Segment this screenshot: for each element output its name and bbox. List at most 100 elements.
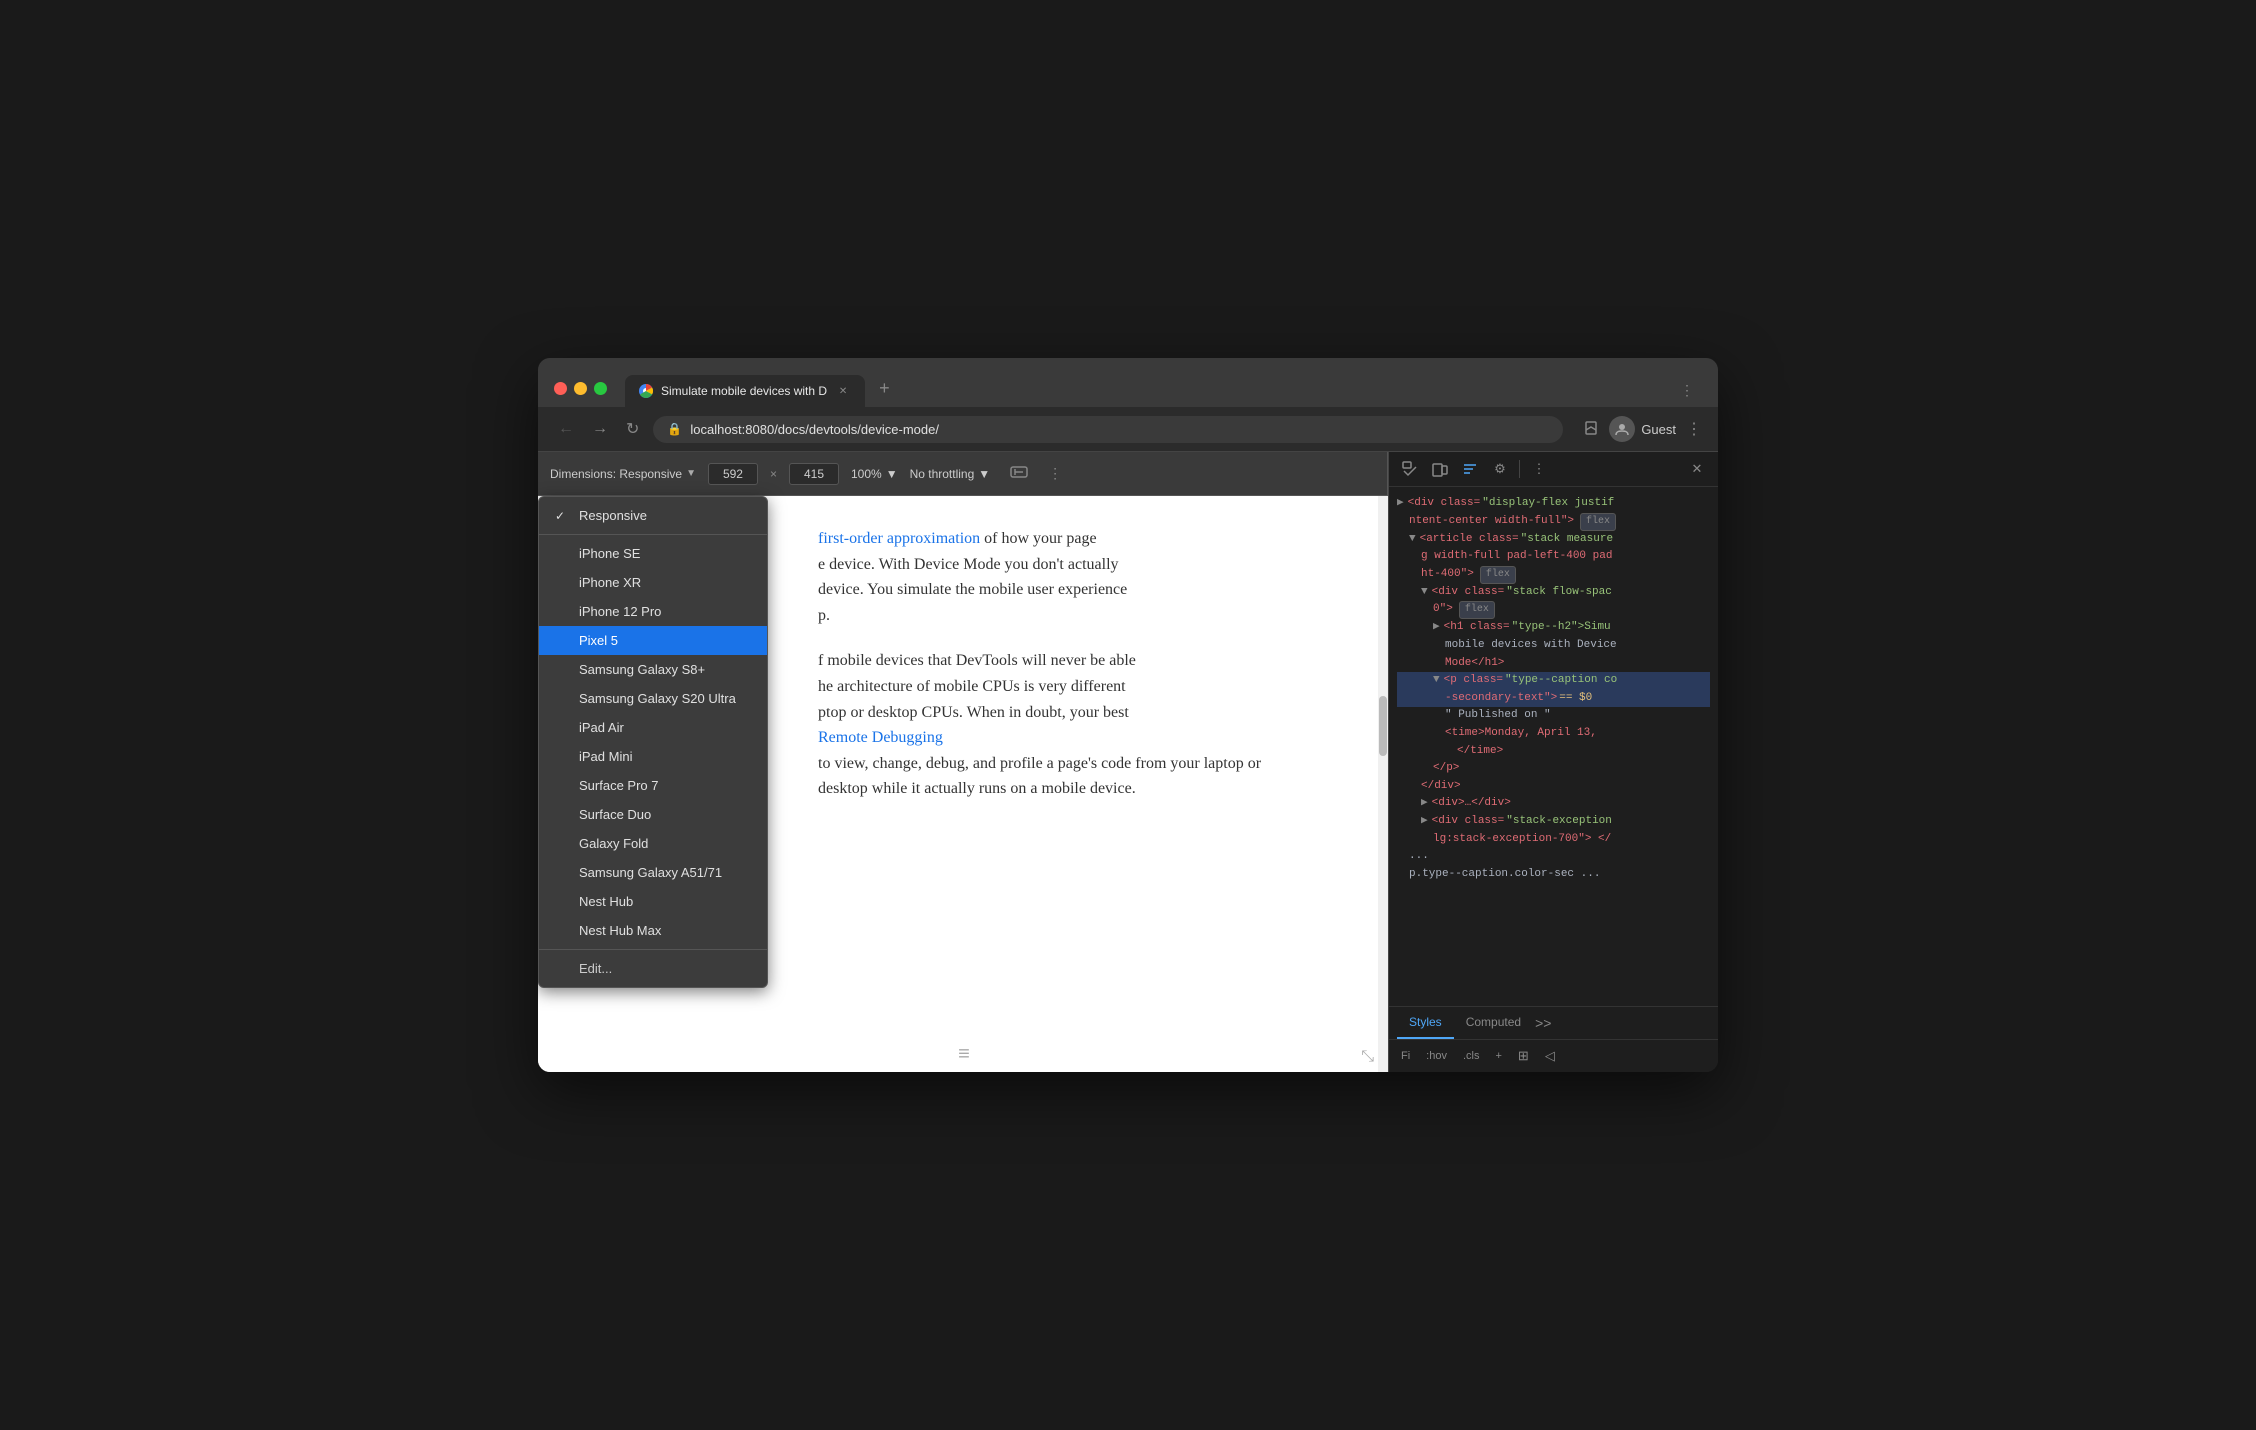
zoom-select[interactable]: 100% ▼	[851, 467, 898, 481]
paragraph-6: he architecture of mobile CPUs is very d…	[818, 674, 1348, 700]
menu-item-samsung-s20[interactable]: Samsung Galaxy S20 Ultra	[539, 684, 767, 713]
expand-arrow[interactable]: ▼	[1421, 584, 1428, 602]
width-input[interactable]	[708, 463, 758, 485]
menu-label-samsung-a51: Samsung Galaxy A51/71	[579, 865, 722, 880]
html-text: mobile devices with Device	[1445, 637, 1617, 655]
expand-arrow[interactable]: ▼	[1409, 531, 1416, 549]
new-tab-button[interactable]: +	[867, 370, 902, 407]
html-line: lg:stack-exception-700"> </	[1397, 831, 1710, 849]
toggle-sidebar-icon[interactable]: ◁	[1541, 1046, 1559, 1066]
add-sensor-icon[interactable]	[1006, 459, 1032, 488]
html-tag: 0">	[1433, 601, 1453, 619]
html-tag: ntent-center width-full">	[1409, 513, 1574, 531]
menu-item-iphone-xr[interactable]: iPhone XR	[539, 568, 767, 597]
equals-marker: == $0	[1559, 690, 1592, 708]
menu-item-surface-pro[interactable]: Surface Pro 7	[539, 771, 767, 800]
browser-menu-icon[interactable]: ⋮	[1686, 419, 1702, 439]
new-style-rule-icon[interactable]: ⊞	[1514, 1046, 1533, 1066]
dimension-separator: ×	[770, 467, 777, 481]
tab-menu-button[interactable]: ⋮	[1672, 374, 1702, 407]
back-button[interactable]: ←	[554, 416, 578, 442]
expand-arrow[interactable]: ▶	[1421, 813, 1428, 831]
more-options-icon[interactable]: ⋮	[1044, 461, 1066, 486]
expand-arrow[interactable]: ▶	[1397, 495, 1404, 513]
html-inspector[interactable]: ▶ <div class="display-flex justif ntent-…	[1389, 487, 1718, 1006]
html-tag: ht-400">	[1421, 566, 1474, 584]
device-mode-icon[interactable]	[1427, 456, 1453, 482]
expand-arrow[interactable]: ▶	[1421, 795, 1428, 813]
html-tag: -secondary-text">	[1445, 690, 1557, 708]
resize-handle[interactable]: ⤡	[1361, 1048, 1374, 1066]
close-button[interactable]	[554, 382, 567, 395]
devtools-close-icon[interactable]: ✕	[1684, 456, 1710, 482]
device-dropdown-menu: ✓ Responsive iPhone SE iPhone XR iPh	[538, 496, 768, 988]
more-tools-icon[interactable]: ⋮	[1526, 456, 1552, 482]
tab-main[interactable]: Simulate mobile devices with D ✕	[625, 375, 865, 407]
menu-label-nest-hub: Nest Hub	[579, 894, 633, 909]
tab-computed[interactable]: Computed	[1454, 1007, 1533, 1039]
guest-label: Guest	[1641, 422, 1676, 437]
menu-item-samsung-s8[interactable]: Samsung Galaxy S8+	[539, 655, 767, 684]
menu-label-edit: Edit...	[579, 961, 612, 976]
reload-button[interactable]: ↻	[622, 415, 643, 443]
filter-icon[interactable]: Fi	[1397, 1048, 1414, 1064]
menu-item-ipad-mini[interactable]: iPad Mini	[539, 742, 767, 771]
scrollbar-thumb[interactable]	[1379, 696, 1387, 756]
hov-button[interactable]: :hov	[1422, 1048, 1451, 1064]
tab-more-button[interactable]: >>	[1535, 1015, 1551, 1031]
add-rule-button[interactable]: +	[1491, 1048, 1505, 1064]
menu-item-nest-hub-max[interactable]: Nest Hub Max	[539, 916, 767, 945]
menu-item-responsive[interactable]: ✓ Responsive	[539, 501, 767, 530]
tab-close-button[interactable]: ✕	[835, 383, 851, 399]
settings-icon[interactable]: ⚙	[1487, 456, 1513, 482]
chrome-favicon-icon	[639, 384, 653, 398]
menu-item-surface-duo[interactable]: Surface Duo	[539, 800, 767, 829]
html-tag: <article class=	[1420, 531, 1519, 549]
address-bar: ← → ↻ 🔒 localhost:8080/docs/devtools/dev…	[538, 407, 1718, 452]
height-input[interactable]	[789, 463, 839, 485]
minimize-button[interactable]	[574, 382, 587, 395]
expand-arrow[interactable]: ▼	[1433, 672, 1440, 690]
menu-item-edit[interactable]: Edit...	[539, 954, 767, 983]
html-attr-val: "stack measure	[1521, 531, 1613, 549]
dimensions-select[interactable]: Dimensions: Responsive ▼	[550, 467, 696, 481]
throttle-select[interactable]: No throttling ▼	[910, 467, 991, 481]
inspector-icon[interactable]	[1397, 456, 1423, 482]
paragraph-2: e device. With Device Mode you don't act…	[818, 552, 1348, 578]
menu-item-samsung-a51[interactable]: Samsung Galaxy A51/71	[539, 858, 767, 887]
paragraph-1-text: of how your page	[984, 530, 1096, 547]
account-button[interactable]: Guest	[1609, 416, 1676, 442]
menu-item-pixel-5[interactable]: Pixel 5	[539, 626, 767, 655]
bookmark-icon[interactable]	[1583, 420, 1599, 439]
menu-item-iphone-se[interactable]: iPhone SE	[539, 539, 767, 568]
maximize-button[interactable]	[594, 382, 607, 395]
menu-label-nest-hub-max: Nest Hub Max	[579, 923, 661, 938]
first-order-link[interactable]: first-order approximation	[818, 530, 980, 547]
forward-button[interactable]: →	[588, 416, 612, 442]
scrollbar-track[interactable]	[1378, 496, 1388, 1072]
simulated-page: ✓ Responsive iPhone SE iPhone XR iPh	[538, 496, 1388, 1072]
cls-button[interactable]: .cls	[1459, 1048, 1484, 1064]
avatar	[1609, 416, 1635, 442]
menu-label-iphone-12-pro: iPhone 12 Pro	[579, 604, 661, 619]
html-attr-val: "stack-exception	[1506, 813, 1612, 831]
html-line: ▶ <div class="display-flex justif	[1397, 495, 1710, 513]
expand-arrow[interactable]: ▶	[1433, 619, 1440, 637]
menu-label-surface-duo: Surface Duo	[579, 807, 651, 822]
address-bar-input[interactable]: 🔒 localhost:8080/docs/devtools/device-mo…	[653, 416, 1563, 443]
devtools-panel: ⚙ ⋮ ✕ ▶ <div class="display-flex justif …	[1388, 452, 1718, 1072]
remote-debugging-link[interactable]: Remote Debugging	[818, 729, 943, 746]
tab-styles[interactable]: Styles	[1397, 1007, 1454, 1039]
html-line: ▼ <div class="stack flow-spac	[1397, 584, 1710, 602]
elements-icon[interactable]	[1457, 456, 1483, 482]
menu-item-ipad-air[interactable]: iPad Air	[539, 713, 767, 742]
menu-item-nest-hub[interactable]: Nest Hub	[539, 887, 767, 916]
address-url[interactable]: localhost:8080/docs/devtools/device-mode…	[690, 422, 1549, 437]
html-tag: lg:stack-exception-700"> </	[1433, 831, 1611, 849]
html-line: ▶ <h1 class="type--h2">Simu	[1397, 619, 1710, 637]
check-icon: ✓	[555, 509, 569, 523]
devtools-bottom: Styles Computed >> Fi :hov .cls + ⊞ ◁	[1389, 1006, 1718, 1072]
html-line-selected[interactable]: ▼ <p class="type--caption co	[1397, 672, 1710, 690]
menu-item-galaxy-fold[interactable]: Galaxy Fold	[539, 829, 767, 858]
menu-item-iphone-12-pro[interactable]: iPhone 12 Pro	[539, 597, 767, 626]
